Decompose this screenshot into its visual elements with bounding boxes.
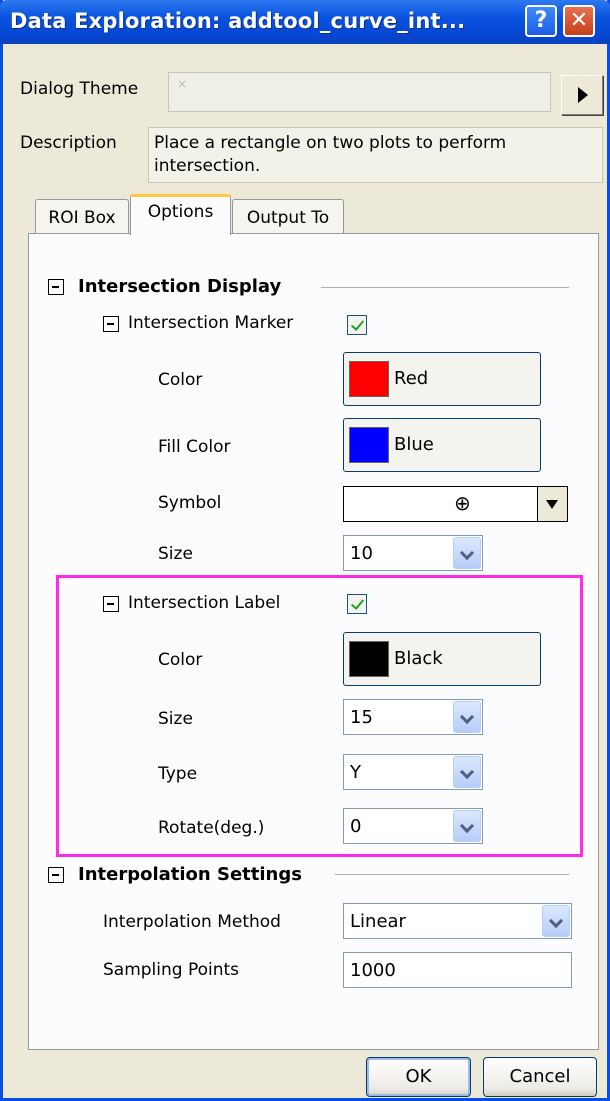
description-label: Description	[20, 133, 117, 153]
sampling-points-input[interactable]: 1000	[343, 952, 572, 988]
close-button[interactable]: ✕	[563, 5, 595, 37]
tab-options[interactable]: Options	[130, 194, 231, 235]
label-rotate-value: 0	[350, 816, 362, 837]
interpolation-method-label: Interpolation Method	[103, 912, 281, 932]
section-interpolation-settings: Interpolation Settings	[78, 864, 302, 885]
label-color-button[interactable]: Black	[343, 632, 541, 686]
chevron-down-icon[interactable]	[453, 756, 481, 788]
label-size-select[interactable]: 15	[343, 699, 483, 735]
marker-symbol-select[interactable]: ⊕	[343, 486, 568, 522]
dialog-theme-field[interactable]: ×	[168, 72, 551, 112]
sampling-points-label: Sampling Points	[103, 960, 240, 980]
label-rotate-select[interactable]: 0	[343, 808, 483, 844]
label-rotate-label: Rotate(deg.)	[158, 818, 265, 838]
red-swatch	[349, 361, 389, 397]
crosshair-circle-icon: ⊕	[454, 491, 471, 515]
dialog-window: Data Exploration: addtool_curve_int... ?…	[0, 0, 610, 1101]
intersection-label-label: Intersection Label	[128, 593, 281, 613]
label-color-value: Black	[394, 648, 443, 669]
ok-button[interactable]: OK	[366, 1057, 471, 1097]
marker-fill-value: Blue	[394, 434, 434, 455]
marker-size-select[interactable]: 10	[343, 535, 483, 571]
intersection-marker-checkbox[interactable]	[347, 315, 367, 335]
label-size-value: 15	[350, 707, 373, 728]
marker-symbol-label: Symbol	[158, 493, 222, 513]
blue-swatch	[349, 427, 389, 463]
chevron-down-icon[interactable]	[453, 701, 481, 733]
chevron-down-icon[interactable]	[542, 905, 570, 937]
dropdown-arrow-icon[interactable]	[537, 487, 567, 521]
intersection-label-checkbox[interactable]	[347, 594, 367, 614]
black-swatch	[349, 641, 389, 677]
interpolation-method-value: Linear	[350, 911, 406, 932]
chevron-down-icon[interactable]	[453, 810, 481, 842]
section-intersection-display: Intersection Display	[78, 276, 282, 297]
chevron-down-icon[interactable]	[453, 537, 481, 569]
label-size-label: Size	[158, 709, 193, 729]
sampling-points-value: 1000	[350, 960, 396, 981]
marker-fill-button[interactable]: Blue	[343, 418, 541, 472]
marker-size-value: 10	[350, 543, 373, 564]
collapse-icon[interactable]	[48, 279, 64, 295]
dialog-theme-label: Dialog Theme	[20, 79, 139, 99]
highlight-box	[56, 575, 583, 857]
marker-size-label: Size	[158, 544, 193, 564]
cancel-button[interactable]: Cancel	[483, 1057, 597, 1097]
label-color-label: Color	[158, 650, 203, 670]
collapse-icon[interactable]	[103, 316, 119, 332]
theme-empty-icon: ×	[177, 77, 188, 91]
label-type-select[interactable]: Y	[343, 754, 483, 790]
window-title: Data Exploration: addtool_curve_int...	[10, 9, 466, 33]
section-divider	[335, 874, 569, 875]
tab-output-to[interactable]: Output To	[232, 199, 344, 235]
section-divider	[321, 287, 569, 288]
title-bar[interactable]: Data Exploration: addtool_curve_int... ?…	[0, 0, 610, 44]
description-text: Place a rectangle on two plots to perfor…	[148, 127, 603, 183]
marker-fill-label: Fill Color	[158, 437, 231, 457]
collapse-icon[interactable]	[103, 596, 119, 612]
help-button[interactable]: ?	[525, 5, 557, 37]
theme-menu-button[interactable]	[561, 75, 603, 115]
intersection-marker-label: Intersection Marker	[128, 313, 294, 333]
label-type-value: Y	[350, 762, 361, 783]
marker-color-label: Color	[158, 370, 203, 390]
marker-color-value: Red	[394, 368, 429, 389]
collapse-icon[interactable]	[48, 867, 64, 883]
label-type-label: Type	[158, 764, 198, 784]
marker-color-button[interactable]: Red	[343, 352, 541, 406]
interpolation-method-select[interactable]: Linear	[343, 903, 572, 939]
tab-roi-box[interactable]: ROI Box	[35, 199, 129, 235]
